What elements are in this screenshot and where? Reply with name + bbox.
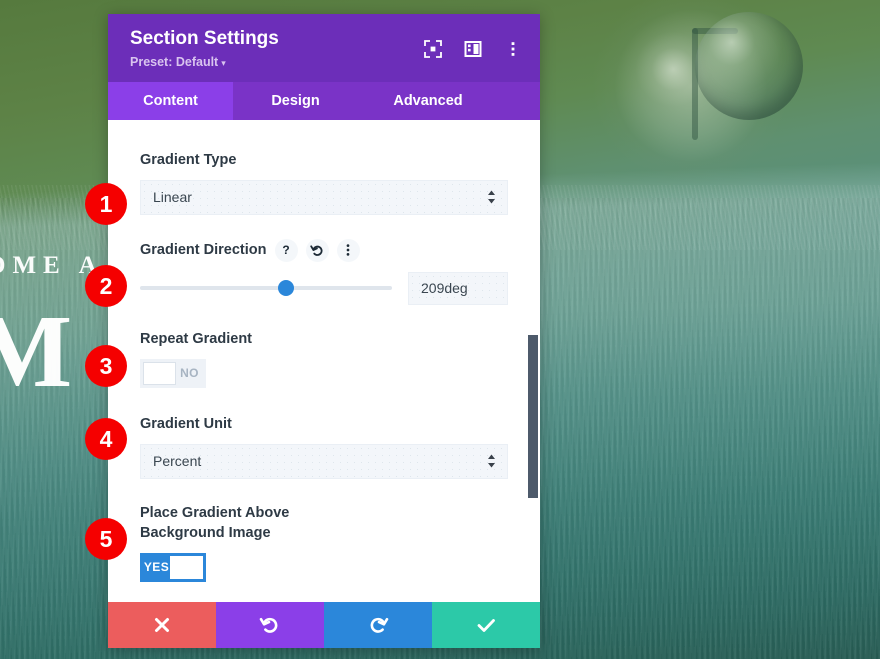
panel-header-actions [424, 40, 522, 58]
annotation-badge-1: 1 [85, 183, 127, 225]
field-gradient-direction: Gradient Direction ? 209deg [140, 238, 508, 305]
gradient-direction-slider[interactable] [140, 277, 392, 299]
field-repeat-gradient: Repeat Gradient NO [140, 329, 508, 390]
slider-thumb[interactable] [278, 280, 295, 297]
more-vertical-icon[interactable] [336, 238, 360, 262]
chevron-down-icon: ▾ [221, 57, 226, 68]
more-vertical-icon[interactable] [504, 40, 522, 58]
gradient-unit-label: Gradient Unit [140, 415, 232, 432]
redo-icon [367, 614, 389, 636]
cancel-button[interactable] [108, 602, 216, 648]
annotation-badge-3: 3 [85, 345, 127, 387]
tab-content[interactable]: Content [108, 81, 233, 120]
toggle-knob [170, 555, 203, 579]
place-gradient-above-label: Place Gradient Above Background Image [140, 504, 290, 541]
panel-header: Section Settings Preset: Default ▾ [108, 14, 540, 82]
save-button[interactable] [432, 602, 540, 648]
redo-button[interactable] [324, 602, 432, 648]
gradient-direction-value[interactable]: 209deg [408, 271, 508, 305]
repeat-gradient-label: Repeat Gradient [140, 330, 252, 347]
annotation-badge-5: 5 [85, 518, 127, 560]
select-arrows-icon [487, 454, 496, 468]
section-settings-panel: Section Settings Preset: Default ▾ Conte… [108, 14, 540, 648]
gradient-unit-value: Percent [153, 453, 202, 470]
field-gradient-type: Gradient Type Linear [140, 150, 508, 215]
undo-icon [259, 614, 281, 636]
select-arrows-icon [487, 190, 496, 204]
repeat-gradient-toggle[interactable]: NO [140, 358, 206, 388]
mirror-ball [695, 12, 803, 120]
layout-panel-icon[interactable] [464, 40, 482, 58]
panel-footer [108, 602, 540, 648]
place-gradient-above-state: YES [143, 560, 170, 575]
field-place-gradient-above: Place Gradient Above Background Image YE… [140, 503, 508, 582]
panel-scrollbar[interactable] [528, 120, 538, 602]
help-icon[interactable]: ? [274, 238, 298, 262]
svg-text:?: ? [282, 243, 289, 257]
preset-label: Preset: Default [130, 54, 219, 69]
toggle-knob [143, 361, 176, 385]
tab-advanced[interactable]: Advanced [358, 82, 498, 120]
slider-track [140, 286, 392, 291]
gradient-direction-label-row: Gradient Direction ? [140, 238, 508, 262]
field-gradient-unit: Gradient Unit Percent [140, 414, 508, 479]
undo-button[interactable] [216, 602, 324, 648]
annotation-badge-2: 2 [85, 265, 127, 307]
tab-design[interactable]: Design [233, 82, 358, 120]
close-icon [152, 615, 172, 635]
gradient-direction-label: Gradient Direction [140, 242, 267, 259]
panel-body: Gradient Type Linear Gradient Direction … [108, 119, 540, 602]
gradient-direction-slider-row: 209deg [140, 271, 508, 305]
panel-tabs: Content Design Advanced [108, 81, 540, 120]
focus-icon[interactable] [424, 40, 442, 58]
gradient-type-select[interactable]: Linear [140, 179, 508, 215]
gradient-unit-select[interactable]: Percent [140, 443, 508, 479]
reset-undo-icon[interactable] [305, 238, 329, 262]
gradient-type-label: Gradient Type [140, 151, 237, 168]
gradient-type-value: Linear [153, 189, 192, 206]
place-gradient-above-toggle[interactable]: YES [140, 552, 206, 582]
panel-scrollbar-thumb[interactable] [528, 334, 538, 498]
check-icon [475, 614, 497, 636]
annotation-badge-4: 4 [85, 418, 127, 460]
repeat-gradient-state: NO [180, 366, 199, 381]
